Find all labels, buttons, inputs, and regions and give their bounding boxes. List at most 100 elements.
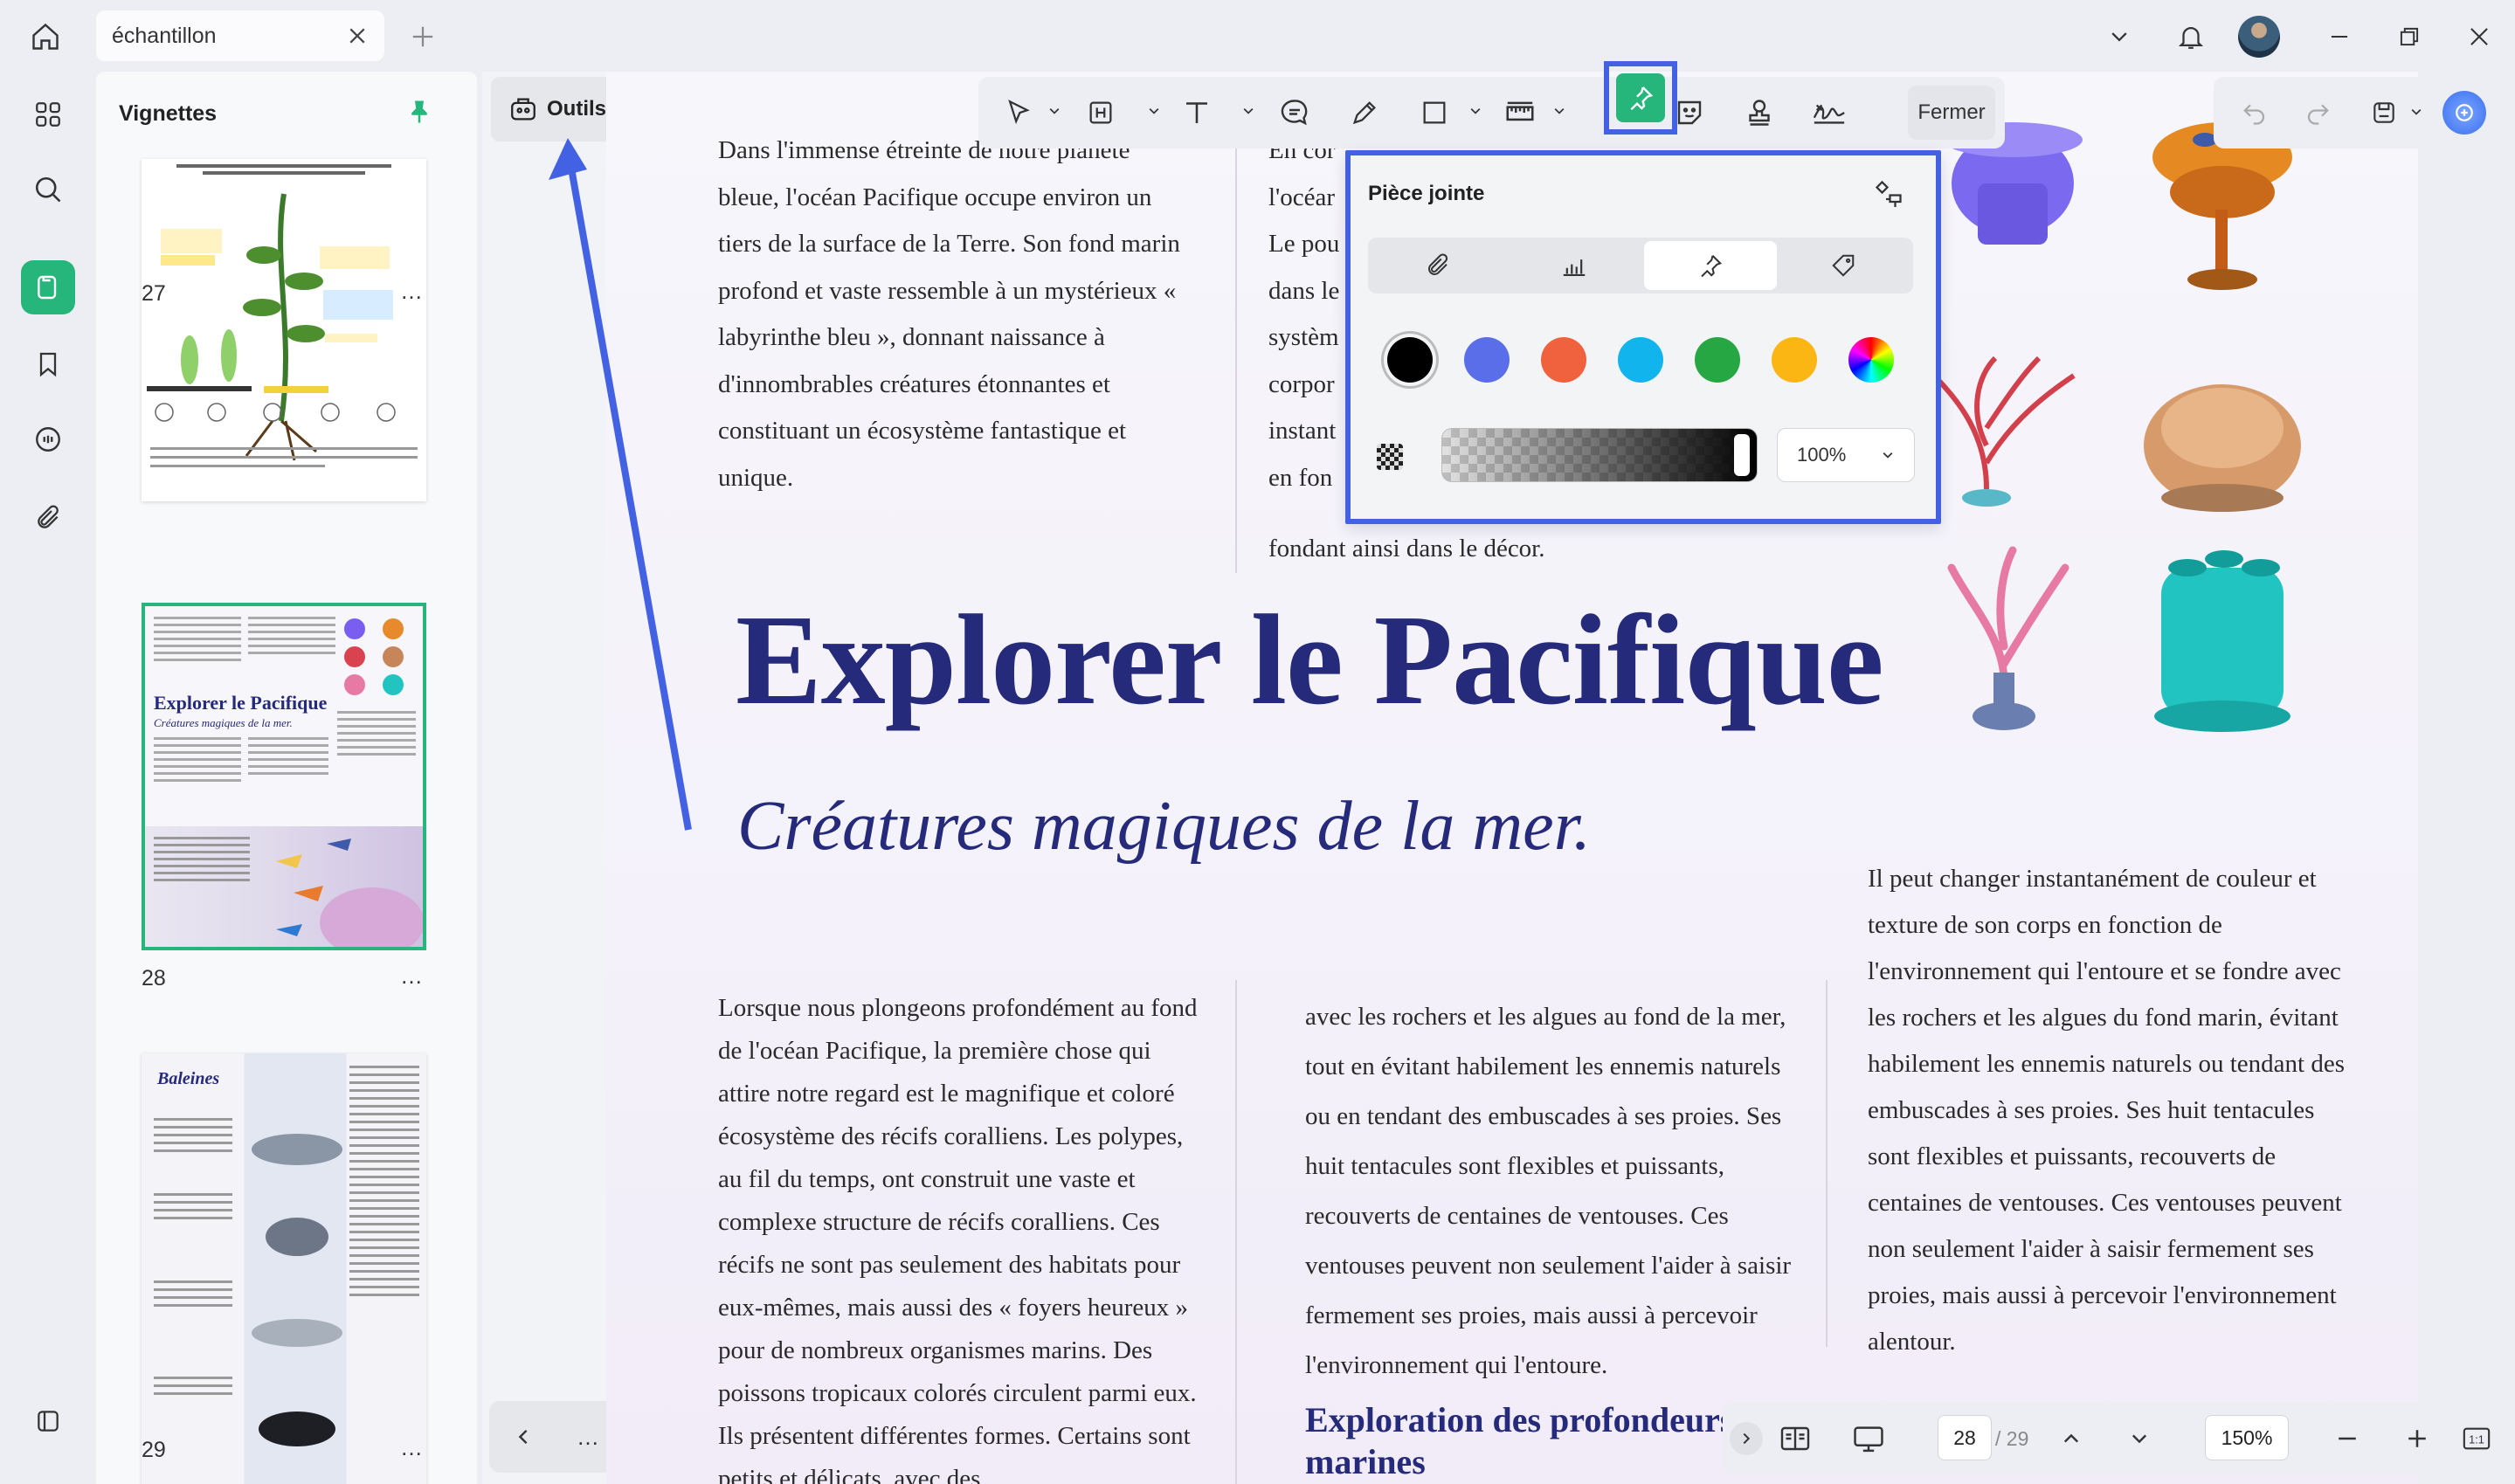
chevron-down-icon[interactable] bbox=[1146, 103, 1162, 119]
chevron-down-icon[interactable] bbox=[2100, 17, 2138, 56]
coral-illustrations bbox=[1923, 122, 2301, 732]
redo-icon[interactable] bbox=[2296, 91, 2339, 135]
attachment-pin-tool-button[interactable] bbox=[1604, 61, 1677, 135]
chevron-down-icon[interactable] bbox=[2118, 1417, 2161, 1460]
avatar[interactable] bbox=[2238, 16, 2280, 58]
shape-icon[interactable] bbox=[1410, 88, 1459, 137]
coral-red-branch bbox=[1923, 355, 2076, 507]
color-swatch-black[interactable] bbox=[1387, 337, 1433, 383]
color-swatch-orange[interactable] bbox=[1541, 337, 1586, 383]
thumbnail-page-number: 29 bbox=[142, 1438, 166, 1462]
comment-icon[interactable] bbox=[21, 412, 75, 466]
toolbox-icon bbox=[508, 94, 538, 124]
stamp-icon[interactable] bbox=[1735, 88, 1784, 137]
thumbnail-more-button[interactable]: … bbox=[400, 278, 424, 305]
nav-more-button[interactable]: … bbox=[566, 1415, 610, 1459]
title-bar: échantillon bbox=[0, 0, 2515, 78]
chevron-down-icon[interactable] bbox=[1047, 103, 1062, 119]
expand-arrow-icon[interactable] bbox=[1730, 1422, 1763, 1455]
left-rail bbox=[0, 72, 96, 1484]
page-number-input[interactable]: 28 bbox=[1938, 1415, 1992, 1460]
highlight-icon[interactable] bbox=[1076, 88, 1125, 137]
outils-button[interactable]: Outils bbox=[491, 77, 622, 141]
thumbnail-page-number: 27 bbox=[142, 281, 166, 306]
select-cursor-icon[interactable] bbox=[994, 88, 1043, 137]
thumbnail-29-title: Baleines bbox=[157, 1069, 220, 1088]
close-window-icon[interactable] bbox=[2460, 17, 2498, 56]
column-divider bbox=[1235, 980, 1237, 1484]
apps-grid-icon[interactable] bbox=[21, 87, 75, 141]
color-swatch-yellow[interactable] bbox=[1772, 337, 1817, 383]
prev-page-icon[interactable] bbox=[501, 1415, 545, 1459]
color-swatch-blue[interactable] bbox=[1464, 337, 1510, 383]
panel-settings-icon[interactable] bbox=[21, 1394, 75, 1448]
signature-icon[interactable] bbox=[1805, 88, 1854, 137]
attachment-type-segmented bbox=[1368, 238, 1913, 293]
coral-tan-cluster bbox=[2144, 384, 2301, 512]
zoom-out-icon[interactable] bbox=[2325, 1417, 2369, 1460]
text-icon[interactable] bbox=[1172, 88, 1221, 137]
color-swatch-green[interactable] bbox=[1695, 337, 1740, 383]
chevron-down-icon[interactable] bbox=[1468, 103, 1483, 119]
chevron-down-icon bbox=[1881, 448, 1895, 462]
column-2-top-last: fondant ainsi dans le décor. bbox=[1268, 535, 1545, 563]
attachment-icon[interactable] bbox=[21, 491, 75, 545]
restore-icon[interactable] bbox=[2390, 17, 2429, 56]
coral-teal-tube bbox=[2154, 550, 2290, 732]
zoom-in-icon[interactable] bbox=[2395, 1417, 2439, 1460]
actual-size-icon[interactable]: 1:1 bbox=[2455, 1417, 2498, 1460]
thumbnail-page-29[interactable]: Baleines bbox=[142, 1053, 426, 1484]
thumbnails-icon[interactable] bbox=[21, 260, 75, 314]
svg-text:1:1: 1:1 bbox=[2469, 1433, 2484, 1446]
chevron-down-icon[interactable] bbox=[1551, 103, 1567, 119]
new-tab-icon[interactable] bbox=[404, 17, 442, 56]
pin-panel-icon[interactable] bbox=[402, 94, 437, 129]
presentation-icon[interactable] bbox=[1847, 1417, 1890, 1460]
document-tab[interactable]: échantillon bbox=[96, 10, 384, 61]
column-divider bbox=[1826, 980, 1828, 1347]
pen-icon[interactable] bbox=[1340, 88, 1389, 137]
reading-mode-icon[interactable] bbox=[1773, 1417, 1817, 1460]
attachment-popup: Pièce jointe 100% bbox=[1345, 150, 1941, 524]
thumbnail-more-button[interactable]: … bbox=[400, 963, 424, 990]
home-icon[interactable] bbox=[26, 17, 65, 56]
color-swatch-custom[interactable] bbox=[1848, 337, 1894, 383]
page-subtitle: Créatures magiques de la mer. bbox=[737, 788, 1591, 865]
annotation-toolbar: Fermer bbox=[978, 77, 2005, 148]
column-3-bottom: Il peut changer instantanément de couleu… bbox=[1868, 865, 2346, 1356]
fermer-button[interactable]: Fermer bbox=[1908, 86, 1995, 140]
minimize-icon[interactable] bbox=[2320, 17, 2359, 56]
close-tab-icon[interactable] bbox=[342, 21, 372, 51]
zoom-level[interactable]: 150% bbox=[2205, 1415, 2289, 1460]
comment-bubble-icon[interactable] bbox=[1270, 88, 1319, 137]
column-divider bbox=[1235, 141, 1237, 573]
measure-icon[interactable] bbox=[1496, 88, 1544, 137]
shape-settings-icon[interactable] bbox=[1866, 171, 1911, 217]
pin-icon[interactable] bbox=[1644, 241, 1777, 290]
chevron-down-icon[interactable] bbox=[1240, 103, 1256, 119]
thumbnail-page-number: 28 bbox=[142, 966, 166, 990]
opacity-slider-handle[interactable] bbox=[1734, 434, 1750, 476]
bell-icon[interactable] bbox=[2170, 16, 2212, 58]
tag-icon[interactable] bbox=[1777, 241, 1910, 290]
bookmark-icon[interactable] bbox=[21, 337, 75, 391]
thumbnail-28-subtitle: Créatures magiques de la mer. bbox=[154, 716, 293, 729]
page-total: / 29 bbox=[1995, 1427, 2029, 1450]
chevron-down-icon[interactable] bbox=[2408, 103, 2425, 121]
thumbnail-more-button[interactable]: … bbox=[400, 1434, 424, 1461]
paperclip-icon[interactable] bbox=[1372, 241, 1504, 290]
color-swatch-cyan[interactable] bbox=[1618, 337, 1663, 383]
undo-icon[interactable] bbox=[2233, 91, 2277, 135]
chevron-up-icon[interactable] bbox=[2049, 1417, 2093, 1460]
page-title: Explorer le Pacifique bbox=[736, 589, 1884, 732]
search-icon[interactable] bbox=[21, 162, 75, 217]
opacity-select[interactable]: 100% bbox=[1777, 428, 1915, 482]
save-icon[interactable] bbox=[2362, 91, 2406, 135]
opacity-slider[interactable] bbox=[1441, 428, 1758, 482]
chart-icon[interactable] bbox=[1508, 241, 1641, 290]
pin-icon bbox=[1616, 73, 1665, 122]
thumbnail-page-27[interactable] bbox=[142, 159, 426, 501]
ai-assistant-icon[interactable] bbox=[2442, 91, 2486, 135]
column-2-bottom: avec les rochers et les algues au fond d… bbox=[1305, 1003, 1792, 1379]
thumbnail-page-28[interactable]: Explorer le Pacifique Créatures magiques… bbox=[142, 603, 426, 950]
